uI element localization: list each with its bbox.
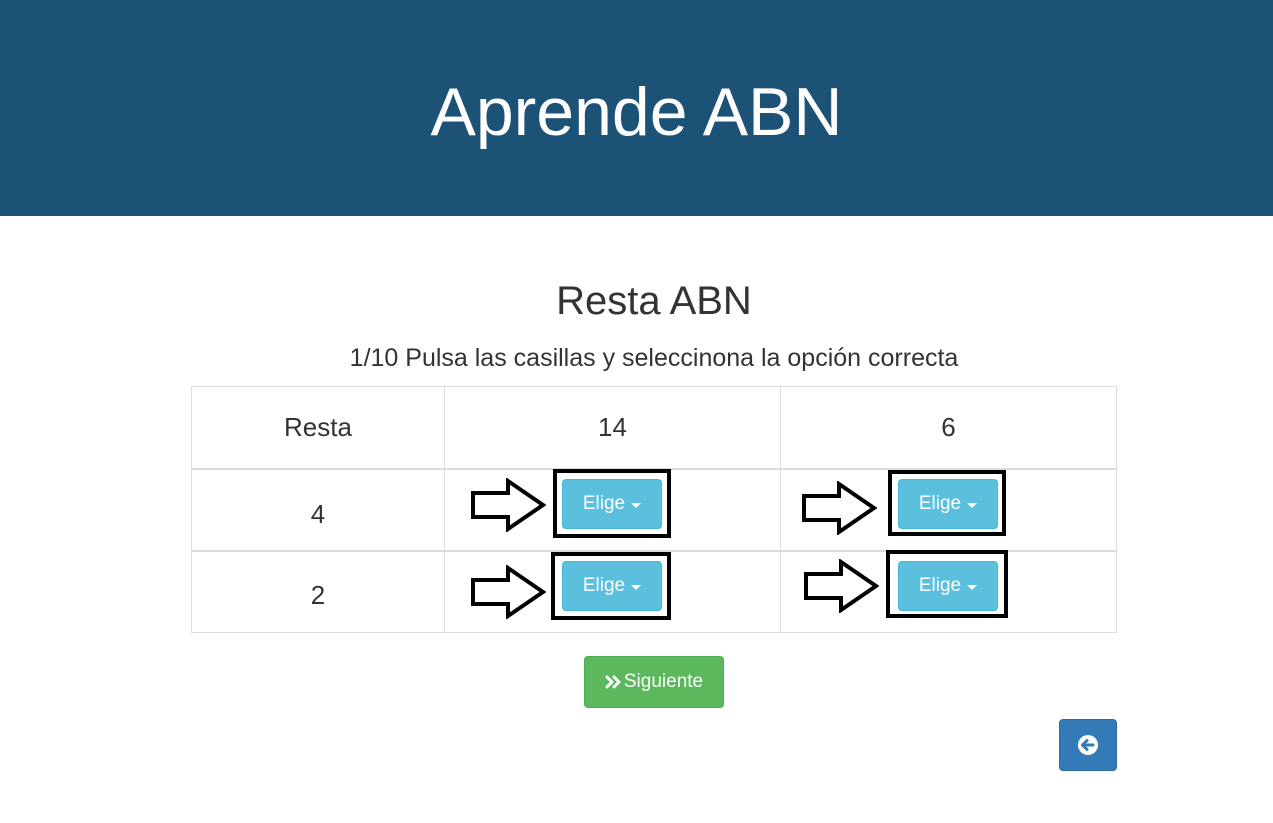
choice-dropdown-label: Elige [582, 493, 626, 514]
next-button-label: Siguiente [623, 671, 704, 692]
choice-dropdown-label: Elige [918, 493, 962, 514]
circle-arrow-left-icon [1078, 735, 1098, 755]
caret-down-icon [631, 502, 642, 508]
header-cell-operation: Resta [191, 386, 445, 469]
instructions-text: 1/10 Pulsa las casillas y seleccinona la… [349, 344, 959, 372]
page-title: Resta ABN [556, 279, 752, 323]
choice-dropdown-label: Elige [582, 575, 626, 596]
choice-dropdown-r2-c2[interactable]: Elige [898, 561, 998, 611]
caret-down-icon [967, 584, 978, 590]
annotation-arrow-icon [471, 478, 546, 532]
double-chevron-right-icon [605, 675, 621, 689]
page-header: Aprende ABN [0, 0, 1273, 216]
header-cell-minuend-2: 6 [780, 386, 1117, 469]
choice-dropdown-label: Elige [918, 575, 962, 596]
header-cell-minuend-1: 14 [444, 386, 781, 469]
annotation-arrow-icon [804, 559, 879, 613]
annotation-arrow-icon [471, 565, 546, 619]
row-label-2: 2 [191, 550, 445, 633]
caret-down-icon [967, 502, 978, 508]
app-title: Aprende ABN [430, 74, 843, 150]
caret-down-icon [631, 584, 642, 590]
row-label-1: 4 [191, 468, 445, 552]
choice-dropdown-r1-c1[interactable]: Elige [562, 479, 662, 529]
choice-dropdown-r2-c1[interactable]: Elige [562, 561, 662, 611]
choice-dropdown-r1-c2[interactable]: Elige [898, 479, 998, 529]
next-button[interactable]: Siguiente [584, 656, 724, 708]
back-button[interactable] [1059, 719, 1117, 771]
annotation-arrow-icon [802, 481, 877, 535]
